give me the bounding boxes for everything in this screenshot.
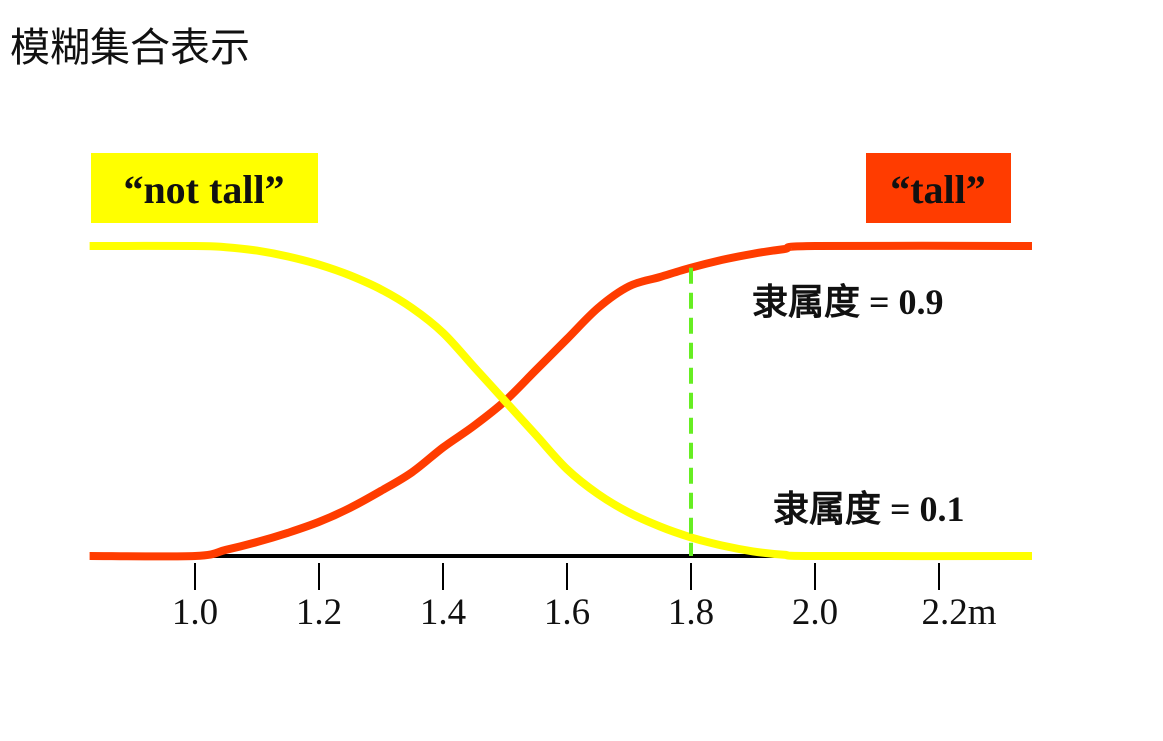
x-tick-label: 1.6 <box>544 592 590 633</box>
legend-not-tall: “not tall” <box>91 153 318 223</box>
x-axis-ticks <box>194 563 940 590</box>
x-tick-label: 1.4 <box>420 592 466 633</box>
legend-not-tall-label: “not tall” <box>123 167 284 212</box>
legend-tall: “tall” <box>866 153 1011 223</box>
x-axis-tick-labels: 1.0 1.2 1.4 1.6 1.8 2.0 2.2m <box>172 592 997 633</box>
annotation-membership-0-1: 隶属度 = 0.1 <box>773 489 965 529</box>
legend-tall-label: “tall” <box>890 167 986 212</box>
membership-chart: “not tall” “tall” 1.0 1.2 1.4 1.6 1.8 2.0 2.2m… <box>89 153 1033 633</box>
x-tick-label: 1.8 <box>668 592 714 633</box>
x-tick-label: 1.2 <box>296 592 342 633</box>
x-tick-label: 2.0 <box>792 592 838 633</box>
x-tick-label: 1.0 <box>172 592 218 633</box>
x-tick-label: 2.2m <box>921 592 996 633</box>
annotation-membership-0-9: 隶属度 = 0.9 <box>752 282 944 322</box>
